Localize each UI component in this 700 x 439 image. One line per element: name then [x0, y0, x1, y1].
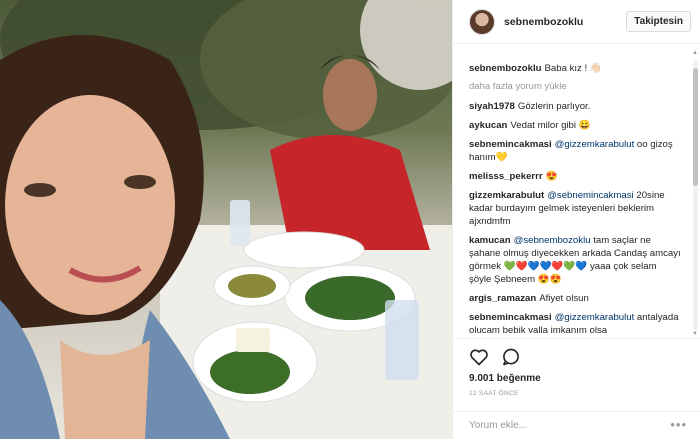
caption-username[interactable]: sebnembozoklu: [469, 63, 542, 74]
post-photo[interactable]: [0, 0, 452, 439]
more-options-icon[interactable]: •••: [670, 417, 687, 432]
comment-mention[interactable]: @gizzemkarabulut: [555, 139, 635, 150]
caption-text: Baba kız ! 👋🏻: [544, 63, 602, 74]
post-header: sebnembozoklu Takiptesin: [453, 0, 700, 44]
comment-username[interactable]: gizzemkarabulut: [469, 190, 544, 201]
comment-username[interactable]: kamucan: [469, 235, 511, 246]
list-item: argis_ramazan Afiyet olsun: [469, 292, 681, 305]
comment-text: Afiyet olsun: [539, 293, 589, 304]
comment-mention[interactable]: @sebnemincakmasi: [547, 190, 634, 201]
caption: sebnembozoklu Baba kız ! 👋🏻: [469, 62, 681, 75]
photo-illustration: [0, 0, 452, 439]
comment-icon[interactable]: [501, 347, 521, 367]
load-more-comments[interactable]: daha fazla yorum yükle: [469, 81, 681, 92]
post-time: 12 SAAT ÖNCE: [469, 390, 519, 397]
comment-username[interactable]: sebnemincakmasi: [469, 312, 552, 323]
action-icons: [469, 347, 521, 367]
header-username[interactable]: sebnembozoklu: [504, 16, 583, 28]
list-item: sebnemincakmasi @gizzemkarabulut antalyad…: [469, 311, 681, 337]
comments-list: sebnembozoklu Baba kız ! 👋🏻 daha fazla yo…: [453, 44, 691, 338]
comment-text: Gözlerin parlıyor.: [517, 101, 591, 112]
comment-mention[interactable]: @sebnembozoklu: [514, 235, 591, 246]
list-item: aykucan Vedat milor gibi 😀: [469, 119, 681, 132]
list-item: sebnemincakmasi @gizzemkarabulut oo gizoş…: [469, 138, 681, 164]
list-item: kamucan @sebnembozoklu tam saçlar ne şaha…: [469, 234, 681, 286]
add-comment-input[interactable]: Yorum ekle...: [453, 411, 700, 439]
comment-username[interactable]: sebnemincakmasi: [469, 139, 552, 150]
comment-username[interactable]: siyah1978: [469, 101, 515, 112]
list-item: gizzemkarabulut @sebnemincakmasi 20sine k…: [469, 189, 681, 228]
post-side-panel: sebnembozoklu Takiptesin sebnembozoklu Ba…: [452, 0, 700, 439]
comment-text: 😍: [545, 171, 558, 182]
scrollbar-thumb[interactable]: [693, 68, 698, 186]
like-count[interactable]: 9.001 beğenme: [469, 373, 541, 384]
comment-username[interactable]: argis_ramazan: [469, 293, 536, 304]
list-item: siyah1978 Gözlerin parlıyor.: [469, 100, 681, 113]
instagram-post-view: sebnembozoklu Takiptesin sebnembozoklu Ba…: [0, 0, 700, 439]
comment-username[interactable]: melisss_pekerrr: [469, 171, 543, 182]
comment-text: Vedat milor gibi 😀: [510, 120, 591, 131]
scroll-up-icon[interactable]: ▲: [692, 50, 698, 56]
scroll-down-icon[interactable]: ▼: [692, 331, 698, 337]
comment-username[interactable]: aykucan: [469, 120, 507, 131]
comments-scrollbar[interactable]: [693, 60, 698, 330]
follow-button[interactable]: Takiptesin: [626, 11, 691, 32]
heart-icon[interactable]: [469, 347, 489, 367]
post-actions: 9.001 beğenme 12 SAAT ÖNCE Yorum ekle...…: [453, 338, 700, 439]
comment-mention[interactable]: @gizzemkarabulut: [555, 312, 635, 323]
avatar[interactable]: [469, 8, 495, 35]
list-item: melisss_pekerrr 😍: [469, 170, 681, 183]
